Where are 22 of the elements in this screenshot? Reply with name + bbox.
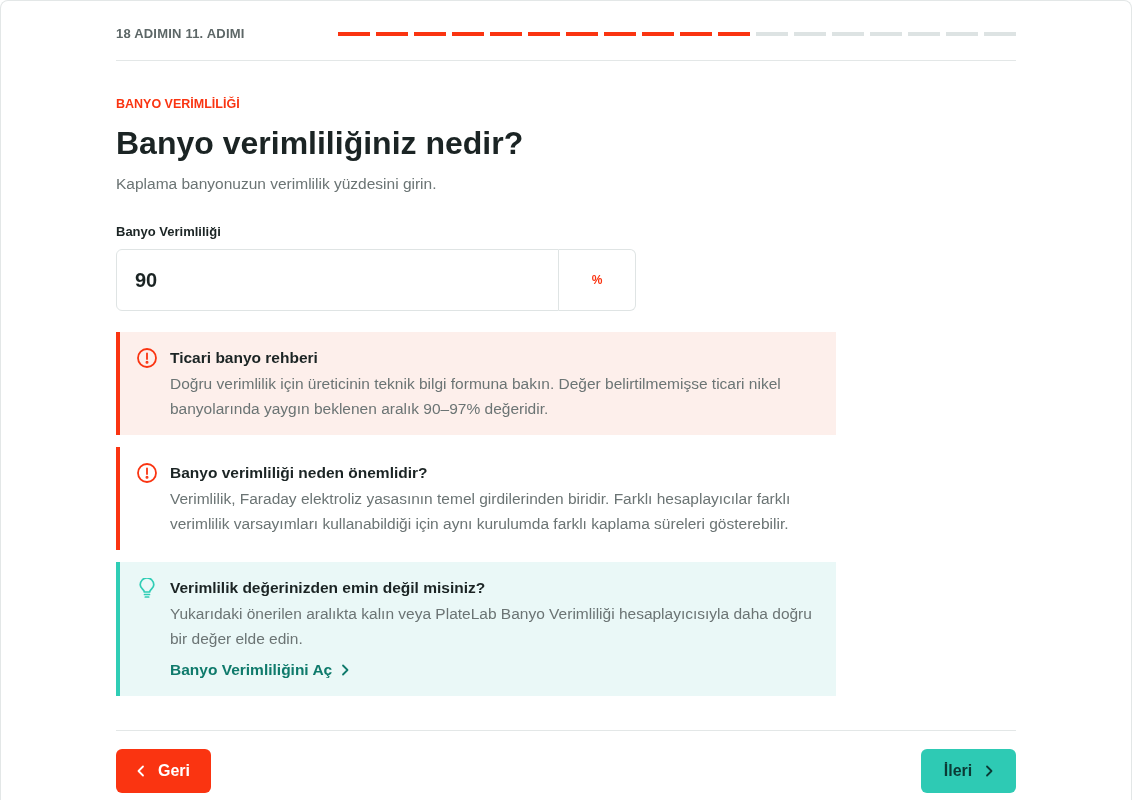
callout-title: Banyo verimliliği neden önemlidir? [170,463,428,483]
back-button[interactable]: Geri [116,749,211,793]
callout-title: Verimlilik değerinizden emin değil misiniz? [170,578,486,598]
question-subtitle: Kaplama banyonuzun verimlilik yüzdesini girin. [116,174,437,194]
chevron-right-icon [985,765,994,777]
callout-text: Yukarıdaki önerilen aralıkta kalın veya PlateLab Banyo Verimliliği hesaplayıcısıyla daha doğru bir değer elde edin. [170,604,813,649]
next-button[interactable]: İleri [921,749,1016,793]
lightbulb-icon [137,578,157,598]
callout-title: Ticari banyo rehberi [170,348,318,368]
open-calculator-link[interactable]: Banyo Verimliliğini Aç [170,659,350,681]
question-title: Banyo verimliliğiniz nedir? [116,124,524,163]
callout-text: Doğru verimlilik için üreticinin teknik bilgi formuna bakın. Değer belirtilmemişse ticari nikel banyolarında yaygın beklenen aralık 90–97% değeridir. [170,374,782,419]
field-label: Banyo Verimliliği [116,223,221,241]
alert-circle-icon [137,348,157,368]
chevron-right-icon [341,664,350,676]
chevron-left-icon [137,765,145,777]
callout-text: Verimlilik, Faraday elektroliz yasasının temel girdilerinden biridir. Farklı hesaplayıcılar farklı verimlilik varsayımları kullanabildiği için aynı kurulumda farklı kaplama süreleri gösterebilir. [170,489,792,534]
alert-circle-icon [137,463,157,483]
category-label: BANYO VERİMLİLİĞİ [116,96,240,112]
unit-suffix: % [559,249,636,311]
efficiency-input[interactable]: 90 [116,249,559,311]
step-label: 18 ADIMIN 11. ADIMI [116,25,245,43]
